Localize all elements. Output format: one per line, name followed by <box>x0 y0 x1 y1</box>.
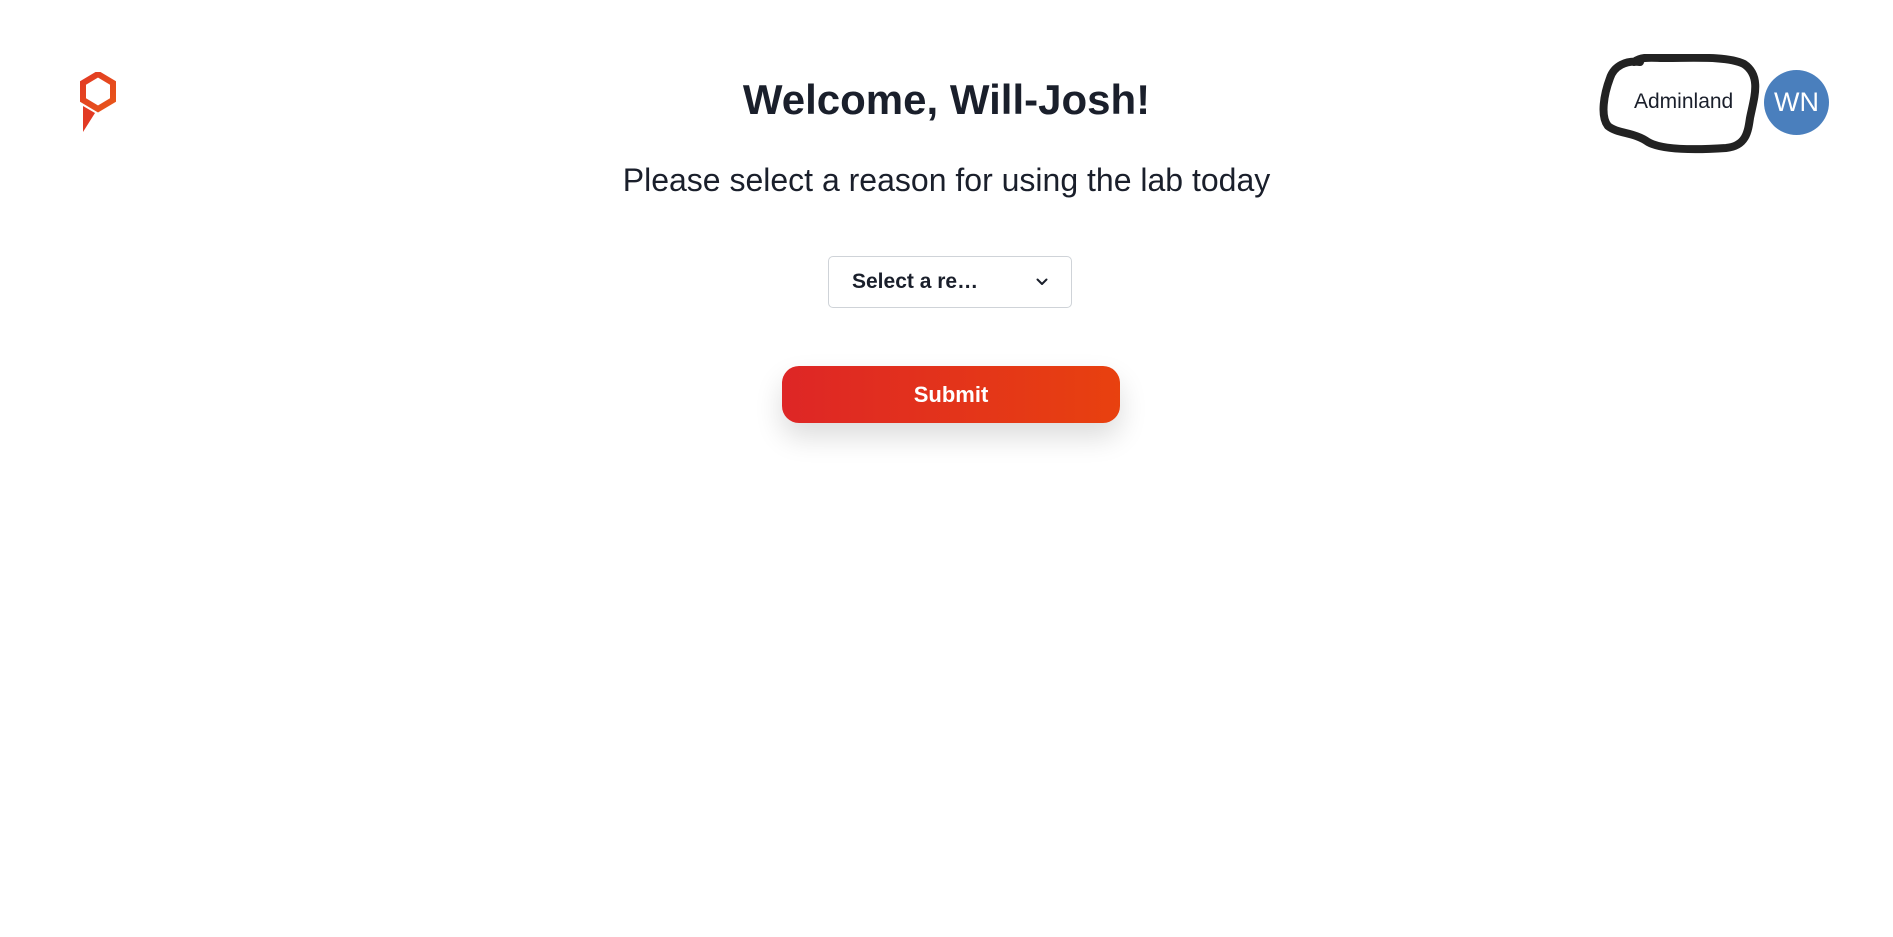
page-title: Welcome, Will-Josh! <box>742 76 1151 123</box>
page: Welcome, Will-Josh! Please select a reas… <box>0 0 1893 937</box>
reason-prompt: Please select a reason for using the lab… <box>622 162 1271 198</box>
chevron-down-icon <box>1035 275 1049 289</box>
reason-select-value: Select a re… <box>852 270 979 293</box>
adminland-link[interactable]: Adminland <box>1634 90 1733 114</box>
submit-button[interactable]: Submit <box>782 366 1120 423</box>
reason-select[interactable]: Select a re… <box>828 256 1072 308</box>
avatar[interactable]: WN <box>1764 70 1829 135</box>
